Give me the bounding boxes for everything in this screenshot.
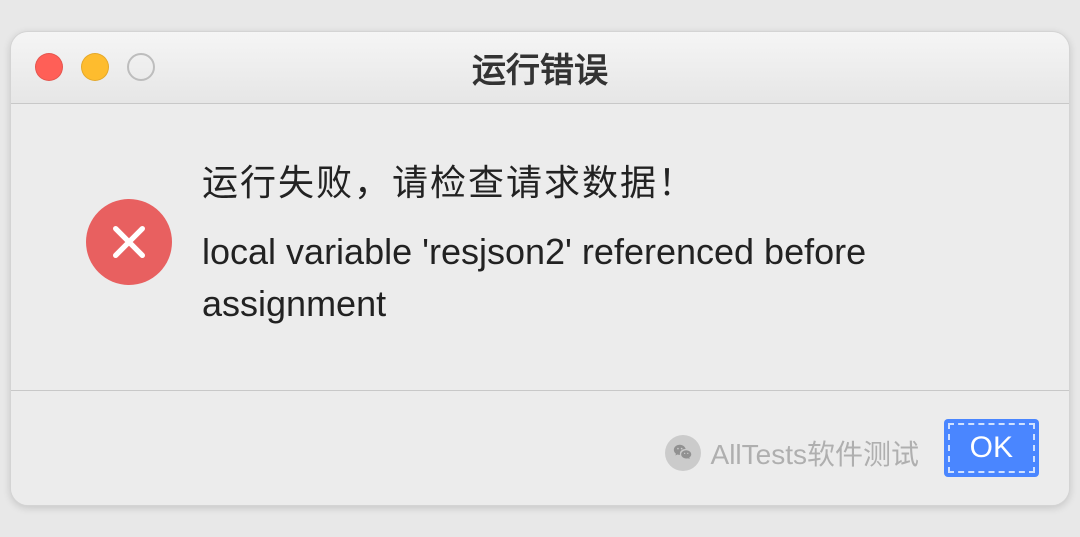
dialog-content: 运行失败，请检查请求数据！ local variable 'resjson2' … [11, 104, 1069, 390]
minimize-window-button[interactable] [81, 53, 109, 81]
error-icon [86, 199, 172, 285]
window-controls [35, 53, 155, 81]
titlebar[interactable]: 运行错误 [11, 32, 1069, 104]
wechat-icon [665, 435, 701, 471]
message-detail: local variable 'resjson2' referenced bef… [202, 226, 1009, 330]
dialog-footer: AllTests软件测试 OK [11, 390, 1069, 505]
maximize-window-button [127, 53, 155, 81]
error-dialog: 运行错误 运行失败，请检查请求数据！ local variable 'resjs… [10, 31, 1070, 506]
watermark: AllTests软件测试 [665, 433, 919, 473]
close-window-button[interactable] [35, 53, 63, 81]
message-primary: 运行失败，请检查请求数据！ [202, 154, 1009, 206]
ok-button[interactable]: OK [944, 419, 1039, 477]
dialog-title: 运行错误 [31, 43, 1049, 92]
message-block: 运行失败，请检查请求数据！ local variable 'resjson2' … [202, 154, 1009, 330]
x-icon [109, 222, 149, 262]
watermark-text: AllTests软件测试 [711, 433, 919, 473]
